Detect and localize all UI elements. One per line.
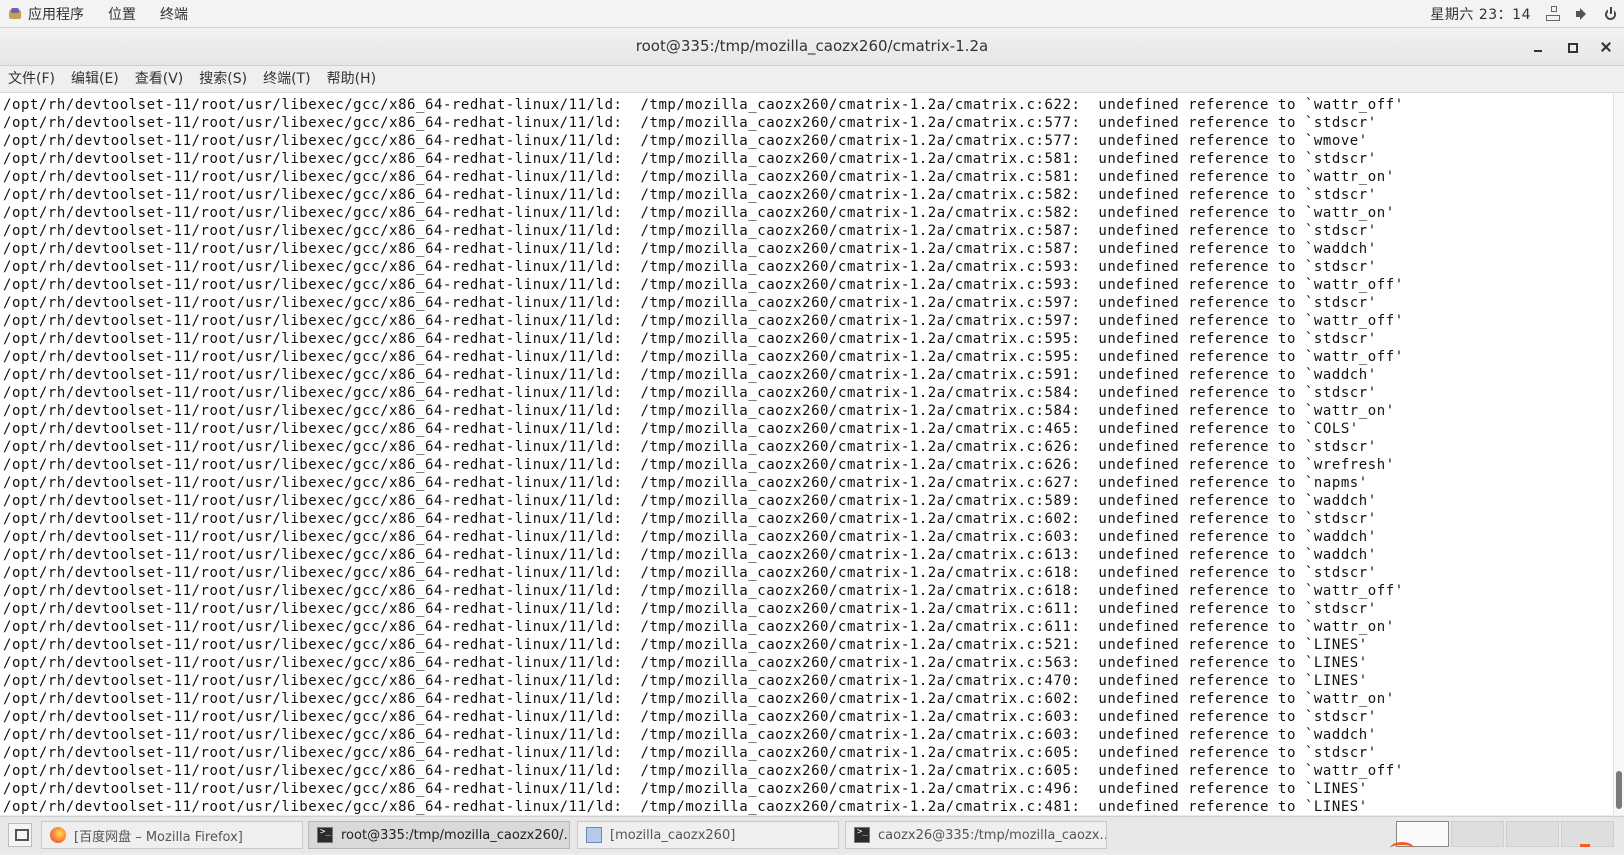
- menu-search[interactable]: 搜索(S): [191, 66, 255, 92]
- menu-edit[interactable]: 编辑(E): [63, 66, 127, 92]
- terminal-line: /opt/rh/devtoolset-11/root/usr/libexec/g…: [3, 601, 1377, 617]
- terminal-line: /opt/rh/devtoolset-11/root/usr/libexec/g…: [3, 421, 1359, 437]
- workspace-2[interactable]: [1451, 821, 1504, 847]
- terminal-line: /opt/rh/devtoolset-11/root/usr/libexec/g…: [3, 205, 1395, 221]
- workspace-3[interactable]: [1506, 821, 1559, 847]
- file-manager-icon: [586, 827, 602, 843]
- terminal-line: /opt/rh/devtoolset-11/root/usr/libexec/g…: [3, 241, 1377, 257]
- menu-terminal[interactable]: 终端(T): [255, 66, 318, 92]
- terminal-line: /opt/rh/devtoolset-11/root/usr/libexec/g…: [3, 583, 1404, 599]
- terminal-scrollbar[interactable]: [1613, 93, 1624, 815]
- menu-file[interactable]: 文件(F): [0, 66, 63, 92]
- places-menu[interactable]: 位置: [96, 0, 148, 27]
- clock[interactable]: 星期六 23：14: [1430, 4, 1531, 24]
- terminal-line: /opt/rh/devtoolset-11/root/usr/libexec/g…: [3, 259, 1377, 275]
- terminal-line: /opt/rh/devtoolset-11/root/usr/libexec/g…: [3, 493, 1377, 509]
- top-panel: 应用程序 位置 终端 星期六 23：14: [0, 0, 1624, 28]
- firefox-icon: [50, 827, 66, 843]
- window-title: root@335:/tmp/mozilla_caozx260/cmatrix-1…: [635, 37, 989, 55]
- terminal-line: /opt/rh/devtoolset-11/root/usr/libexec/g…: [3, 745, 1377, 761]
- terminal-line: /opt/rh/devtoolset-11/root/usr/libexec/g…: [3, 295, 1377, 311]
- terminal-line: /opt/rh/devtoolset-11/root/usr/libexec/g…: [3, 655, 1368, 671]
- annotation-mark: [1390, 842, 1414, 855]
- terminal-line: /opt/rh/devtoolset-11/root/usr/libexec/g…: [3, 367, 1377, 383]
- taskbar-item-firefox[interactable]: [百度网盘 – Mozilla Firefox]: [41, 821, 303, 849]
- applications-label: 应用程序: [28, 6, 84, 23]
- terminal-line: /opt/rh/devtoolset-11/root/usr/libexec/g…: [3, 115, 1377, 131]
- taskbar-item-root-terminal[interactable]: root@335:/tmp/mozilla_caozx260/…: [308, 821, 570, 849]
- terminal-icon: [854, 827, 870, 843]
- terminal-line: /opt/rh/devtoolset-11/root/usr/libexec/g…: [3, 349, 1404, 365]
- terminal-line: /opt/rh/devtoolset-11/root/usr/libexec/g…: [3, 151, 1377, 167]
- close-icon[interactable]: [1598, 39, 1614, 55]
- terminal-line: /opt/rh/devtoolset-11/root/usr/libexec/g…: [3, 673, 1368, 689]
- power-icon[interactable]: [1605, 7, 1616, 20]
- terminal-output[interactable]: /opt/rh/devtoolset-11/root/usr/libexec/g…: [0, 93, 1614, 815]
- terminal-line: /opt/rh/devtoolset-11/root/usr/libexec/g…: [3, 385, 1377, 401]
- terminal-line: /opt/rh/devtoolset-11/root/usr/libexec/g…: [3, 511, 1377, 527]
- show-desktop-icon[interactable]: [8, 823, 32, 847]
- window-title-bar[interactable]: root@335:/tmp/mozilla_caozx260/cmatrix-1…: [0, 28, 1624, 66]
- terminal-line: /opt/rh/devtoolset-11/root/usr/libexec/g…: [3, 187, 1377, 203]
- taskbar-item-label: [百度网盘 – Mozilla Firefox]: [74, 829, 243, 845]
- terminal-app-label: 终端: [160, 6, 188, 23]
- terminal-line: /opt/rh/devtoolset-11/root/usr/libexec/g…: [3, 277, 1404, 293]
- terminal-line: /opt/rh/devtoolset-11/root/usr/libexec/g…: [3, 331, 1377, 347]
- terminal-line: /opt/rh/devtoolset-11/root/usr/libexec/g…: [3, 547, 1377, 563]
- terminal-line: /opt/rh/devtoolset-11/root/usr/libexec/g…: [3, 439, 1377, 455]
- terminal-icon: [317, 827, 333, 843]
- terminal-line: /opt/rh/devtoolset-11/root/usr/libexec/g…: [3, 565, 1377, 581]
- applications-icon: [8, 7, 22, 21]
- terminal-lines: /opt/rh/devtoolset-11/root/usr/libexec/g…: [3, 96, 1404, 815]
- terminal-line: /opt/rh/devtoolset-11/root/usr/libexec/g…: [3, 403, 1395, 419]
- taskbar-item-label: [mozilla_caozx260]: [610, 827, 736, 843]
- scrollbar-thumb[interactable]: [1616, 771, 1622, 809]
- terminal-line: /opt/rh/devtoolset-11/root/usr/libexec/g…: [3, 475, 1368, 491]
- terminal-line: /opt/rh/devtoolset-11/root/usr/libexec/g…: [3, 799, 1368, 815]
- terminal-app-menu[interactable]: 终端: [148, 0, 200, 27]
- taskbar: [百度网盘 – Mozilla Firefox] root@335:/tmp/m…: [0, 816, 1624, 853]
- menu-view[interactable]: 查看(V): [127, 66, 192, 92]
- terminal-line: /opt/rh/devtoolset-11/root/usr/libexec/g…: [3, 223, 1377, 239]
- terminal-line: /opt/rh/devtoolset-11/root/usr/libexec/g…: [3, 457, 1395, 473]
- terminal-line: /opt/rh/devtoolset-11/root/usr/libexec/g…: [3, 169, 1395, 185]
- terminal-line: /opt/rh/devtoolset-11/root/usr/libexec/g…: [3, 637, 1368, 653]
- terminal-line: /opt/rh/devtoolset-11/root/usr/libexec/g…: [3, 763, 1404, 779]
- network-icon[interactable]: [1545, 5, 1561, 22]
- volume-icon[interactable]: [1575, 6, 1591, 22]
- menu-bar: 文件(F) 编辑(E) 查看(V) 搜索(S) 终端(T) 帮助(H): [0, 66, 1624, 93]
- terminal-line: /opt/rh/devtoolset-11/root/usr/libexec/g…: [3, 529, 1377, 545]
- terminal-line: /opt/rh/devtoolset-11/root/usr/libexec/g…: [3, 781, 1368, 797]
- terminal-line: /opt/rh/devtoolset-11/root/usr/libexec/g…: [3, 709, 1377, 725]
- terminal-line: /opt/rh/devtoolset-11/root/usr/libexec/g…: [3, 727, 1377, 743]
- terminal-line: /opt/rh/devtoolset-11/root/usr/libexec/g…: [3, 691, 1395, 707]
- menu-help[interactable]: 帮助(H): [319, 66, 384, 92]
- places-label: 位置: [108, 6, 136, 23]
- taskbar-item-label: caozx26@335:/tmp/mozilla_caozx…: [878, 827, 1107, 843]
- terminal-line: /opt/rh/devtoolset-11/root/usr/libexec/g…: [3, 619, 1395, 635]
- terminal-line: /opt/rh/devtoolset-11/root/usr/libexec/g…: [3, 97, 1404, 113]
- applications-menu[interactable]: 应用程序: [8, 0, 96, 27]
- terminal-line: /opt/rh/devtoolset-11/root/usr/libexec/g…: [3, 313, 1404, 329]
- maximize-icon[interactable]: [1564, 39, 1580, 55]
- taskbar-item-label: root@335:/tmp/mozilla_caozx260/…: [341, 827, 570, 843]
- taskbar-item-file-manager[interactable]: [mozilla_caozx260]: [577, 821, 839, 849]
- minimize-icon[interactable]: [1530, 39, 1546, 55]
- terminal-line: /opt/rh/devtoolset-11/root/usr/libexec/g…: [3, 133, 1368, 149]
- taskbar-item-user-terminal[interactable]: caozx26@335:/tmp/mozilla_caozx…: [845, 821, 1107, 849]
